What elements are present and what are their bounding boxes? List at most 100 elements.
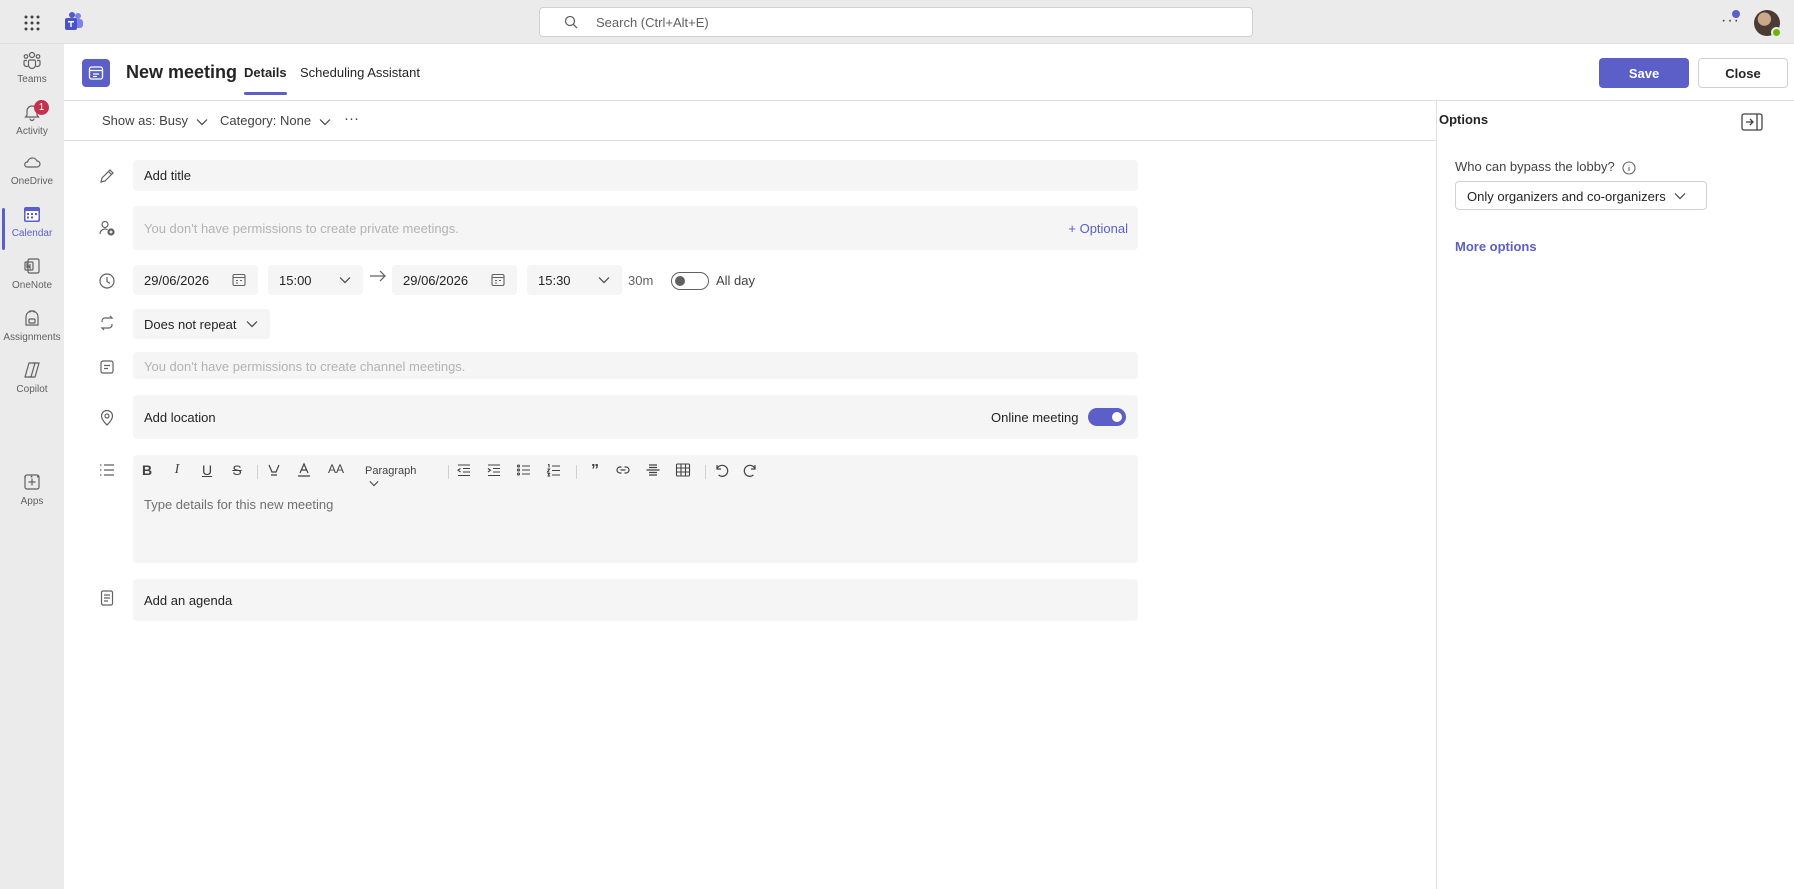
font-color-icon[interactable] <box>296 462 316 482</box>
rail-item-label: Teams <box>17 74 47 85</box>
rail-item-label: OneNote <box>11 280 53 291</box>
duration-label: 30m <box>628 273 654 288</box>
paragraph-style-dropdown[interactable]: Paragraph <box>365 465 416 489</box>
pencil-icon <box>98 167 116 185</box>
search-input[interactable]: Search (Ctrl+Alt+E) <box>539 7 1253 37</box>
horizontal-rule-icon[interactable] <box>645 462 665 482</box>
chevron-down-icon <box>1674 193 1686 200</box>
rail-item-activity[interactable]: 1 Activity <box>0 100 64 152</box>
decrease-indent-icon[interactable] <box>456 462 476 482</box>
show-as-dropdown[interactable]: Show as: Busy <box>102 113 208 128</box>
end-time-value: 15:30 <box>538 273 571 288</box>
chevron-down-icon <box>246 320 258 328</box>
rail-item-label: Calendar <box>11 228 53 239</box>
repeat-dropdown[interactable]: Does not repeat <box>133 309 270 339</box>
rail-item-onedrive[interactable]: OneDrive <box>0 152 64 202</box>
app-rail: Teams 1 Activity OneDrive Calendar OneNo… <box>0 44 64 889</box>
arrow-right-icon <box>369 269 387 283</box>
lobby-bypass-select[interactable]: Only organizers and co-organizers <box>1455 181 1707 210</box>
bold-icon[interactable]: B <box>137 462 157 482</box>
location-input[interactable]: Add location Online meeting <box>133 395 1138 439</box>
title-placeholder: Add title <box>144 168 191 183</box>
collapse-pane-icon[interactable] <box>1741 113 1763 131</box>
details-placeholder: Type details for this new meeting <box>144 497 334 512</box>
attendees-input[interactable]: You don't have permissions to create pri… <box>133 206 1138 250</box>
close-button[interactable]: Close <box>1698 58 1788 88</box>
meeting-header: New meeting Details Scheduling Assistant… <box>64 44 1794 101</box>
location-icon <box>98 409 116 427</box>
rail-item-calendar[interactable]: Calendar <box>0 204 64 254</box>
location-placeholder: Add location <box>144 410 216 425</box>
paragraph-style-label: Paragraph <box>365 465 417 477</box>
bulleted-list-icon[interactable] <box>516 462 536 482</box>
add-attendee-icon <box>98 219 116 237</box>
optional-attendees-link[interactable]: + Optional <box>1068 221 1128 236</box>
rail-item-teams[interactable]: Teams <box>0 50 64 100</box>
end-time-select[interactable]: 15:30 <box>527 265 622 295</box>
more-options-icon[interactable]: ··· <box>344 110 359 127</box>
copilot-icon <box>24 362 40 378</box>
calendar-picker-icon[interactable] <box>232 273 246 287</box>
italic-icon[interactable]: I <box>167 462 187 482</box>
repeat-value: Does not repeat <box>144 317 237 332</box>
presence-available-icon <box>1771 27 1782 38</box>
undo-icon[interactable] <box>713 462 733 482</box>
agenda-input[interactable]: Add an agenda <box>133 579 1138 621</box>
onenote-icon <box>24 258 40 274</box>
tab-details[interactable]: Details <box>244 65 287 95</box>
rail-item-apps[interactable]: Apps <box>0 472 64 522</box>
backpack-icon <box>25 310 39 326</box>
calendar-picker-icon[interactable] <box>491 273 505 287</box>
chevron-down-icon <box>319 118 331 125</box>
page-title: New meeting <box>126 62 238 82</box>
category-label: Category: None <box>220 113 312 128</box>
save-button[interactable]: Save <box>1599 58 1689 88</box>
increase-indent-icon[interactable] <box>486 462 506 482</box>
font-size-icon[interactable]: AA <box>326 462 346 482</box>
meeting-subtoolbar: Show as: Busy Category: None ··· <box>64 101 1436 141</box>
repeat-icon <box>98 314 116 332</box>
info-icon[interactable] <box>1622 161 1636 175</box>
calendar-icon <box>24 207 40 222</box>
end-date-input[interactable]: 29/06/2026 <box>392 265 517 295</box>
all-day-toggle[interactable] <box>671 272 709 290</box>
top-bar: Search (Ctrl+Alt+E) ··· <box>0 0 1794 44</box>
attendees-placeholder: You don't have permissions to create pri… <box>144 221 459 236</box>
notification-dot <box>1732 10 1740 18</box>
channel-input[interactable]: You don't have permissions to create cha… <box>133 352 1138 379</box>
chevron-down-icon <box>196 118 208 125</box>
search-icon <box>564 15 578 29</box>
rail-item-onenote[interactable]: OneNote <box>0 256 64 306</box>
redo-icon[interactable] <box>743 462 763 482</box>
rail-item-label: OneDrive <box>10 176 54 187</box>
chevron-down-icon <box>369 480 379 486</box>
title-input[interactable]: Add title <box>133 160 1138 191</box>
teams-icon <box>23 51 41 70</box>
online-meeting-label: Online meeting <box>991 410 1079 425</box>
tab-scheduling-assistant[interactable]: Scheduling Assistant <box>300 65 420 80</box>
start-time-select[interactable]: 15:00 <box>268 265 363 295</box>
online-meeting-toggle[interactable] <box>1088 408 1126 426</box>
more-options-link[interactable]: More options <box>1455 239 1537 254</box>
activity-badge: 1 <box>34 100 49 115</box>
underline-icon[interactable]: U <box>197 462 217 482</box>
category-dropdown[interactable]: Category: None <box>220 113 331 128</box>
start-date-value: 29/06/2026 <box>144 273 210 288</box>
table-icon[interactable] <box>675 462 695 482</box>
cloud-icon <box>24 157 41 168</box>
agenda-icon <box>98 589 116 607</box>
strikethrough-icon[interactable]: S <box>227 462 247 482</box>
link-icon[interactable] <box>615 462 635 482</box>
channel-icon <box>98 358 116 376</box>
highlight-icon[interactable] <box>266 462 286 482</box>
avatar[interactable] <box>1754 10 1782 38</box>
rail-item-assignments[interactable]: Assignments <box>0 308 64 358</box>
start-date-input[interactable]: 29/06/2026 <box>133 265 258 295</box>
quote-icon[interactable]: ” <box>585 462 605 482</box>
agenda-placeholder: Add an agenda <box>144 593 233 608</box>
numbered-list-icon[interactable] <box>546 462 566 482</box>
lobby-label: Who can bypass the lobby? <box>1455 159 1636 175</box>
rail-item-copilot[interactable]: Copilot <box>0 360 64 410</box>
add-app-icon <box>24 474 40 490</box>
app-launcher-icon[interactable] <box>22 13 42 33</box>
